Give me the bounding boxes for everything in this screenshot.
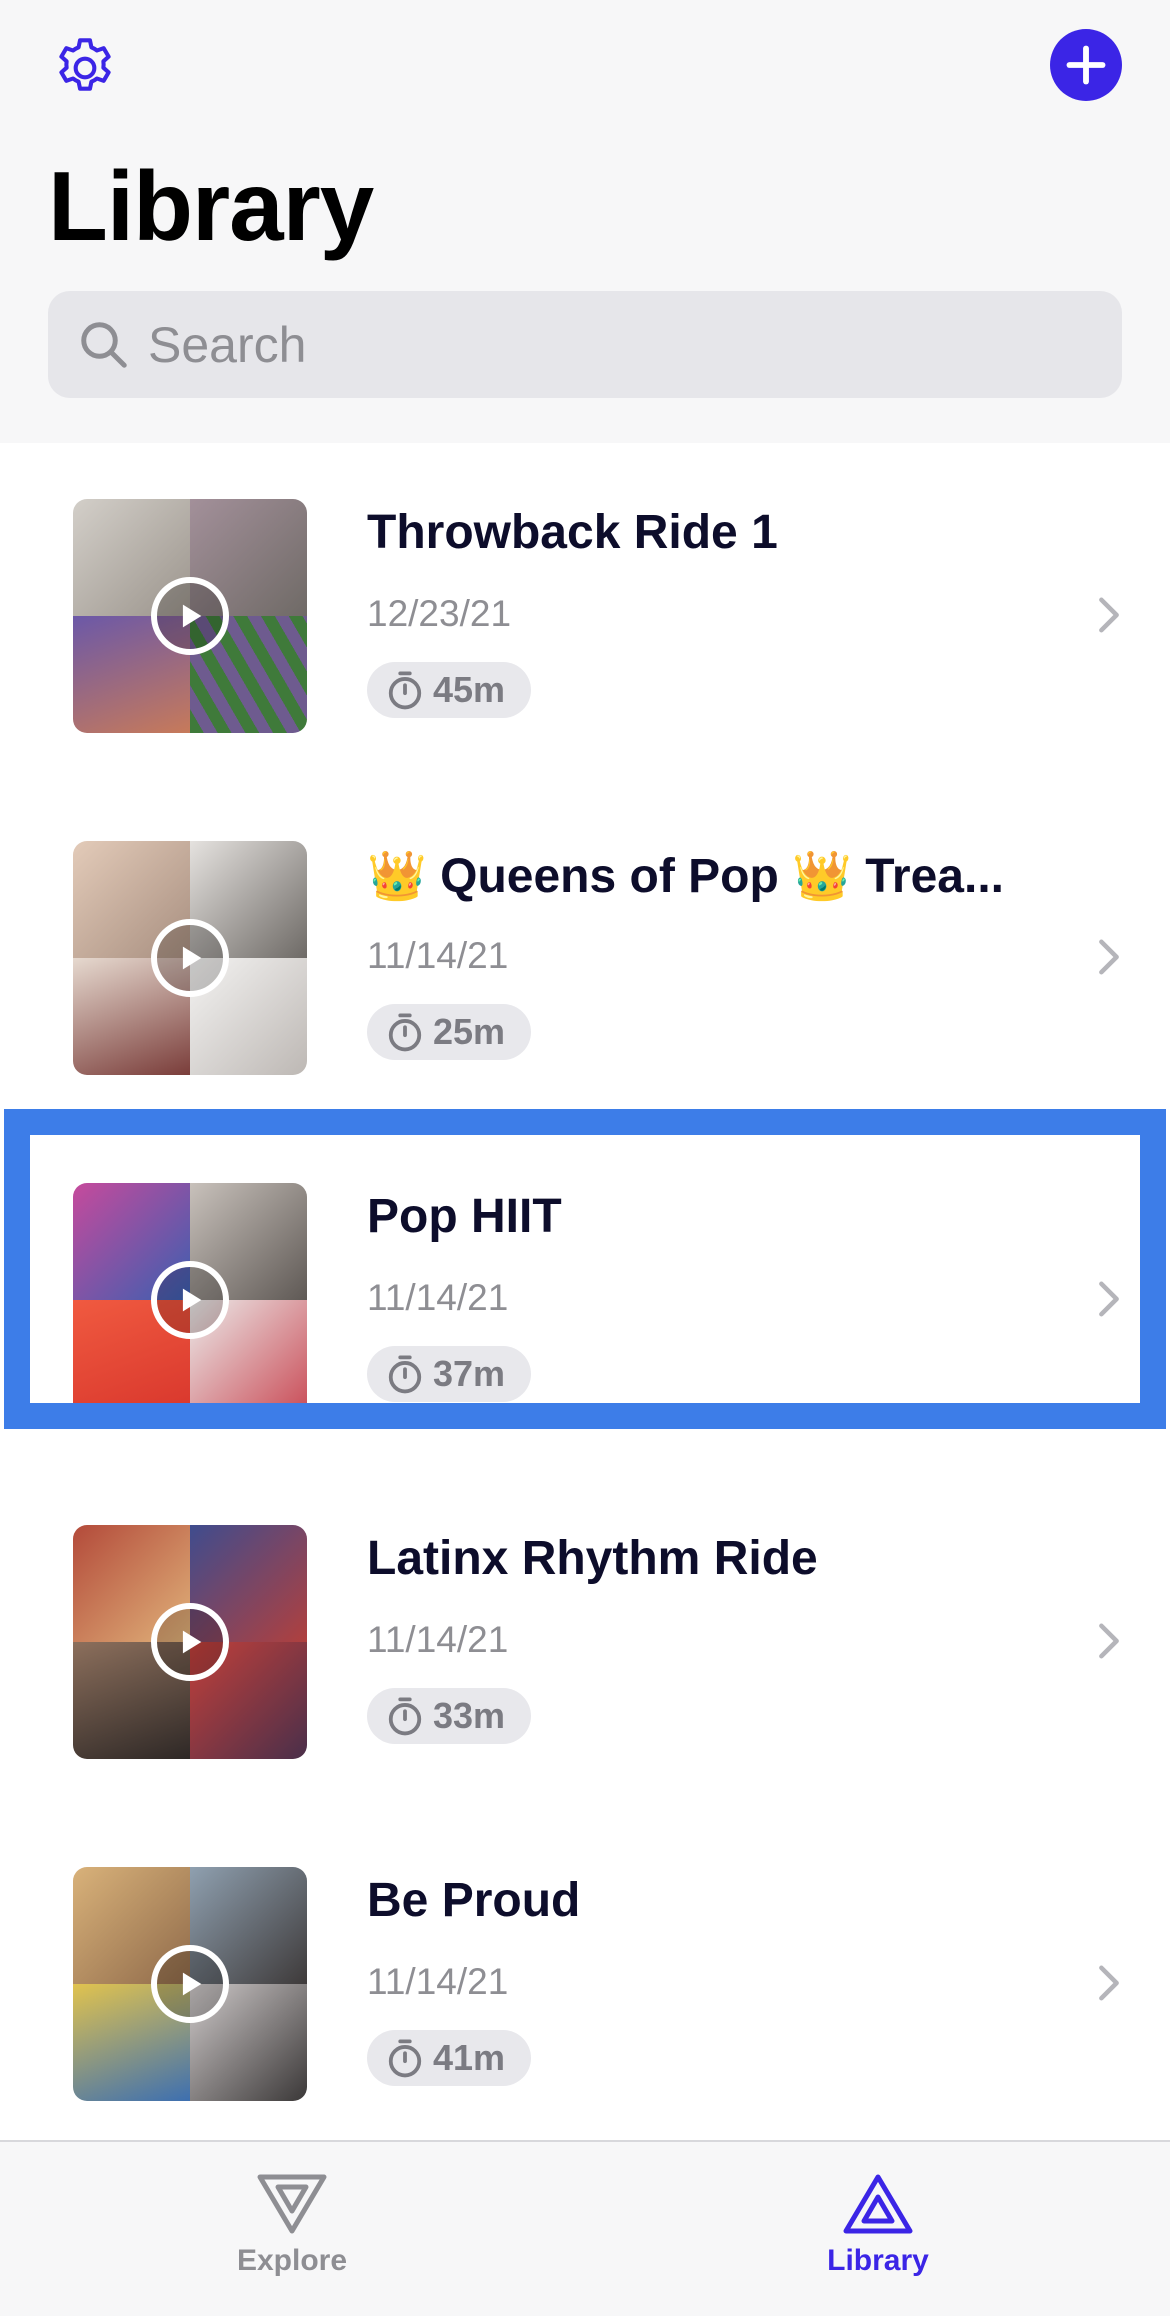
plus-icon bbox=[1066, 45, 1106, 85]
play-icon bbox=[182, 946, 202, 970]
duration-text: 33m bbox=[433, 1695, 506, 1736]
play-button[interactable] bbox=[151, 919, 229, 997]
playlist-row[interactable]: Latinx Rhythm Ride 11/14/21 33m bbox=[0, 1469, 1170, 1789]
settings-button[interactable] bbox=[46, 29, 124, 107]
stopwatch-icon bbox=[385, 1010, 425, 1054]
play-button[interactable] bbox=[151, 577, 229, 655]
playlist-date: 11/14/21 bbox=[367, 935, 509, 976]
duration-text: 37m bbox=[433, 1353, 506, 1394]
stopwatch-icon bbox=[385, 2036, 425, 2080]
explore-icon bbox=[252, 2170, 332, 2238]
play-button[interactable] bbox=[151, 1603, 229, 1681]
playlist-title: Pop HIIT bbox=[367, 1190, 562, 1243]
stopwatch-icon bbox=[385, 1694, 425, 1738]
search-icon bbox=[74, 315, 134, 375]
playlist-row-selected[interactable]: Pop HIIT 11/14/21 37m bbox=[0, 1109, 1170, 1447]
play-icon bbox=[182, 1288, 202, 1312]
play-button[interactable] bbox=[151, 1261, 229, 1339]
duration-badge: 45m bbox=[367, 662, 532, 718]
play-icon bbox=[182, 604, 202, 628]
search-input[interactable] bbox=[148, 315, 1048, 374]
chevron-right-icon bbox=[1094, 937, 1124, 977]
playlist-row[interactable]: Throwback Ride 1 12/23/21 45m bbox=[0, 443, 1170, 763]
tab-library[interactable]: Library bbox=[748, 2170, 1008, 2278]
tab-library-label: Library bbox=[827, 2244, 929, 2277]
playlist-date: 11/14/21 bbox=[367, 1619, 509, 1660]
playlist-title: 👑 Queens of Pop 👑 Trea... bbox=[367, 850, 1004, 903]
stopwatch-icon bbox=[385, 668, 425, 712]
playlist-row[interactable]: Be Proud 11/14/21 41m bbox=[0, 1811, 1170, 2131]
duration-text: 25m bbox=[433, 1011, 506, 1052]
playlist-title: Latinx Rhythm Ride bbox=[367, 1532, 818, 1585]
header: Library bbox=[0, 0, 1170, 443]
play-icon bbox=[182, 1630, 202, 1654]
duration-badge: 33m bbox=[367, 1688, 532, 1744]
chevron-right-icon bbox=[1094, 1621, 1124, 1661]
chevron-right-icon bbox=[1094, 1279, 1124, 1319]
play-button[interactable] bbox=[151, 1945, 229, 2023]
duration-text: 41m bbox=[433, 2037, 506, 2078]
add-playlist-button[interactable] bbox=[1050, 29, 1122, 101]
tab-bar: Explore Library bbox=[0, 2140, 1170, 2316]
duration-badge: 25m bbox=[367, 1004, 532, 1060]
tab-explore-label: Explore bbox=[236, 2244, 348, 2277]
playlist-date: 12/23/21 bbox=[367, 593, 512, 634]
playlist-list: Throwback Ride 1 12/23/21 45m 👑 Queens o… bbox=[0, 443, 1170, 2143]
chevron-right-icon bbox=[1094, 1963, 1124, 2003]
stopwatch-icon bbox=[385, 1352, 425, 1396]
play-icon bbox=[182, 1972, 202, 1996]
playlist-title: Be Proud bbox=[367, 1874, 581, 1927]
duration-badge: 41m bbox=[367, 2030, 532, 2086]
duration-text: 45m bbox=[433, 669, 506, 710]
duration-badge: 37m bbox=[367, 1346, 532, 1402]
search-bar[interactable] bbox=[48, 291, 1122, 398]
playlist-row[interactable]: 👑 Queens of Pop 👑 Trea... 11/14/21 25m bbox=[0, 785, 1170, 1105]
playlist-date: 11/14/21 bbox=[367, 1961, 509, 2002]
page-title: Library bbox=[48, 151, 374, 261]
library-icon bbox=[838, 2170, 918, 2238]
playlist-title: Throwback Ride 1 bbox=[367, 506, 778, 559]
gear-icon bbox=[59, 38, 111, 91]
chevron-right-icon bbox=[1094, 595, 1124, 635]
playlist-date: 11/14/21 bbox=[367, 1277, 509, 1318]
tab-explore[interactable]: Explore bbox=[162, 2170, 422, 2278]
